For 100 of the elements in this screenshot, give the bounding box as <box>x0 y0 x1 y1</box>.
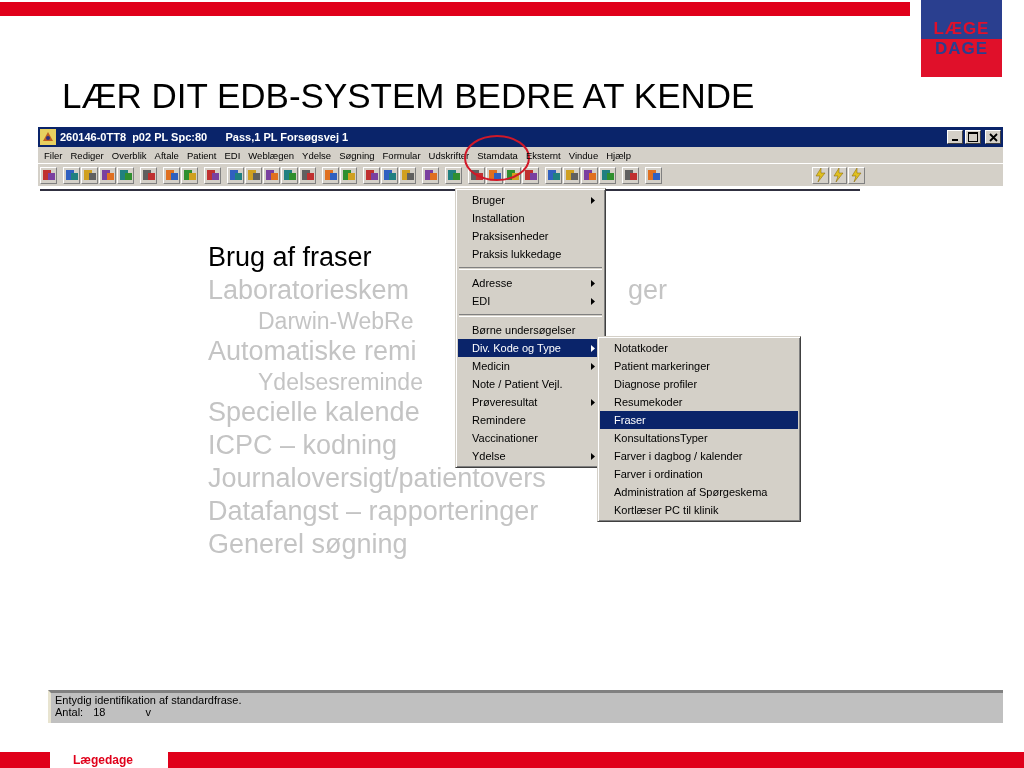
toolbar-button[interactable] <box>599 166 616 184</box>
bullet-text: ICPC – kodning <box>208 430 398 461</box>
menu-option[interactable]: Farver i ordination <box>600 465 798 483</box>
menu-item[interactable]: Patient <box>182 149 221 161</box>
toolbar-button[interactable] <box>399 166 416 184</box>
toolbar-button[interactable] <box>322 166 339 184</box>
tool-icon <box>228 168 243 182</box>
tool-icon <box>646 168 661 182</box>
menu-option[interactable]: Resumekoder <box>600 393 798 411</box>
menu-option[interactable]: Bruger <box>458 191 603 209</box>
tool-icon <box>382 168 397 182</box>
menu-option[interactable]: Medicin <box>458 357 603 375</box>
toolbar-button[interactable] <box>63 166 80 184</box>
menu-option[interactable]: KonsultationsTyper <box>600 429 798 447</box>
tool-icon <box>323 168 338 182</box>
close-button[interactable] <box>985 130 1001 144</box>
menu-option[interactable]: Praksis lukkedage <box>458 245 603 263</box>
toolbar-button[interactable] <box>281 166 298 184</box>
count-value: 18 <box>93 706 106 718</box>
menu-option[interactable]: Fraser <box>600 411 798 429</box>
toolbar-button[interactable] <box>81 166 98 184</box>
minimize-button[interactable] <box>947 130 963 144</box>
menu-item[interactable]: Vindue <box>564 149 603 161</box>
tool-icon <box>505 168 520 182</box>
count-label: Antal: <box>55 706 84 718</box>
toolbar-button[interactable] <box>830 166 847 184</box>
toolbar-button[interactable] <box>204 166 221 184</box>
toolbar-button[interactable] <box>445 166 462 184</box>
toolbar-button[interactable] <box>622 166 639 184</box>
tool-icon <box>423 168 438 182</box>
toolbar-button[interactable] <box>363 166 380 184</box>
tool-icon <box>469 168 484 182</box>
menu-item[interactable]: Filer <box>40 149 67 161</box>
sub-bullet-text: Ydelsesreminde <box>258 368 423 396</box>
tool-icon <box>341 168 356 182</box>
menu-option[interactable]: Adresse <box>458 274 603 292</box>
toolbar-button[interactable] <box>581 166 598 184</box>
tool-icon <box>546 168 561 182</box>
menu-option[interactable]: Prøveresultat <box>458 393 603 411</box>
tool-icon <box>400 168 415 182</box>
maximize-button[interactable] <box>965 130 981 144</box>
menu-option[interactable]: Ydelse <box>458 447 603 465</box>
menu-item[interactable]: Stamdata <box>473 149 522 161</box>
menu-item[interactable]: Weblægen <box>244 149 299 161</box>
toolbar-button[interactable] <box>40 166 57 184</box>
toolbar-button[interactable] <box>263 166 280 184</box>
footer-bar <box>0 752 50 768</box>
menu-item[interactable]: Rediger <box>66 149 108 161</box>
tool-icon <box>118 168 133 182</box>
toolbar-button[interactable] <box>381 166 398 184</box>
toolbar-button[interactable] <box>422 166 439 184</box>
bullet-text: Generel søgning <box>208 529 408 560</box>
lightning-icon <box>813 168 828 182</box>
toolbar-button[interactable] <box>99 166 116 184</box>
menu-option[interactable]: Praksisenheder <box>458 227 603 245</box>
menu-item[interactable]: Formular <box>378 149 425 161</box>
lightning-icon <box>831 168 846 182</box>
lightning-icon <box>849 168 864 182</box>
menu-item[interactable]: Aftale <box>150 149 183 161</box>
menu-option[interactable]: Notatkoder <box>600 339 798 357</box>
minimize-icon <box>952 139 958 141</box>
menu-item[interactable]: EDI <box>220 149 245 161</box>
tool-icon <box>141 168 156 182</box>
toolbar-button[interactable] <box>848 166 865 184</box>
tool-icon <box>300 168 315 182</box>
toolbar-button[interactable] <box>245 166 262 184</box>
tool-icon <box>264 168 279 182</box>
toolbar-button[interactable] <box>163 166 180 184</box>
menu-option[interactable]: Patient markeringer <box>600 357 798 375</box>
status-message: Entydig identifikation af standardfrase. <box>55 694 243 706</box>
menu-option[interactable]: Farver i dagbog / kalender <box>600 447 798 465</box>
toolbar-button[interactable] <box>299 166 316 184</box>
toolbar-button[interactable] <box>340 166 357 184</box>
toolbar-button[interactable] <box>181 166 198 184</box>
tool-icon <box>41 168 56 182</box>
toolbar-button[interactable] <box>563 166 580 184</box>
menu-option[interactable]: Børne undersøgelser <box>458 321 603 339</box>
menu-option[interactable]: Kortlæser PC til klinik <box>600 501 798 519</box>
menu-item[interactable]: Ydelse <box>298 149 336 161</box>
toolbar-button[interactable] <box>812 166 829 184</box>
menu-item[interactable]: Søgning <box>335 149 379 161</box>
menu-item[interactable]: Overblik <box>107 149 151 161</box>
tool-icon <box>600 168 615 182</box>
menu-option[interactable]: Diagnose profiler <box>600 375 798 393</box>
tool-icon <box>64 168 79 182</box>
toolbar-button[interactable] <box>545 166 562 184</box>
tool-icon <box>582 168 597 182</box>
menu-option[interactable]: Administration af Spørgeskema <box>600 483 798 501</box>
toolbar-button[interactable] <box>117 166 134 184</box>
toolbar-button[interactable] <box>522 166 539 184</box>
tool-icon <box>164 168 179 182</box>
menu-option[interactable]: EDI <box>458 292 603 310</box>
toolbar-button[interactable] <box>227 166 244 184</box>
bullet-text: Brug af fraser <box>208 242 372 273</box>
logo: LÆGE DAGE <box>921 0 1002 77</box>
menu-option[interactable]: Installation <box>458 209 603 227</box>
toolbar-button[interactable] <box>645 166 662 184</box>
toolbar-button[interactable] <box>140 166 157 184</box>
app-icon <box>40 129 56 145</box>
menu-item[interactable]: Hjælp <box>602 149 635 161</box>
